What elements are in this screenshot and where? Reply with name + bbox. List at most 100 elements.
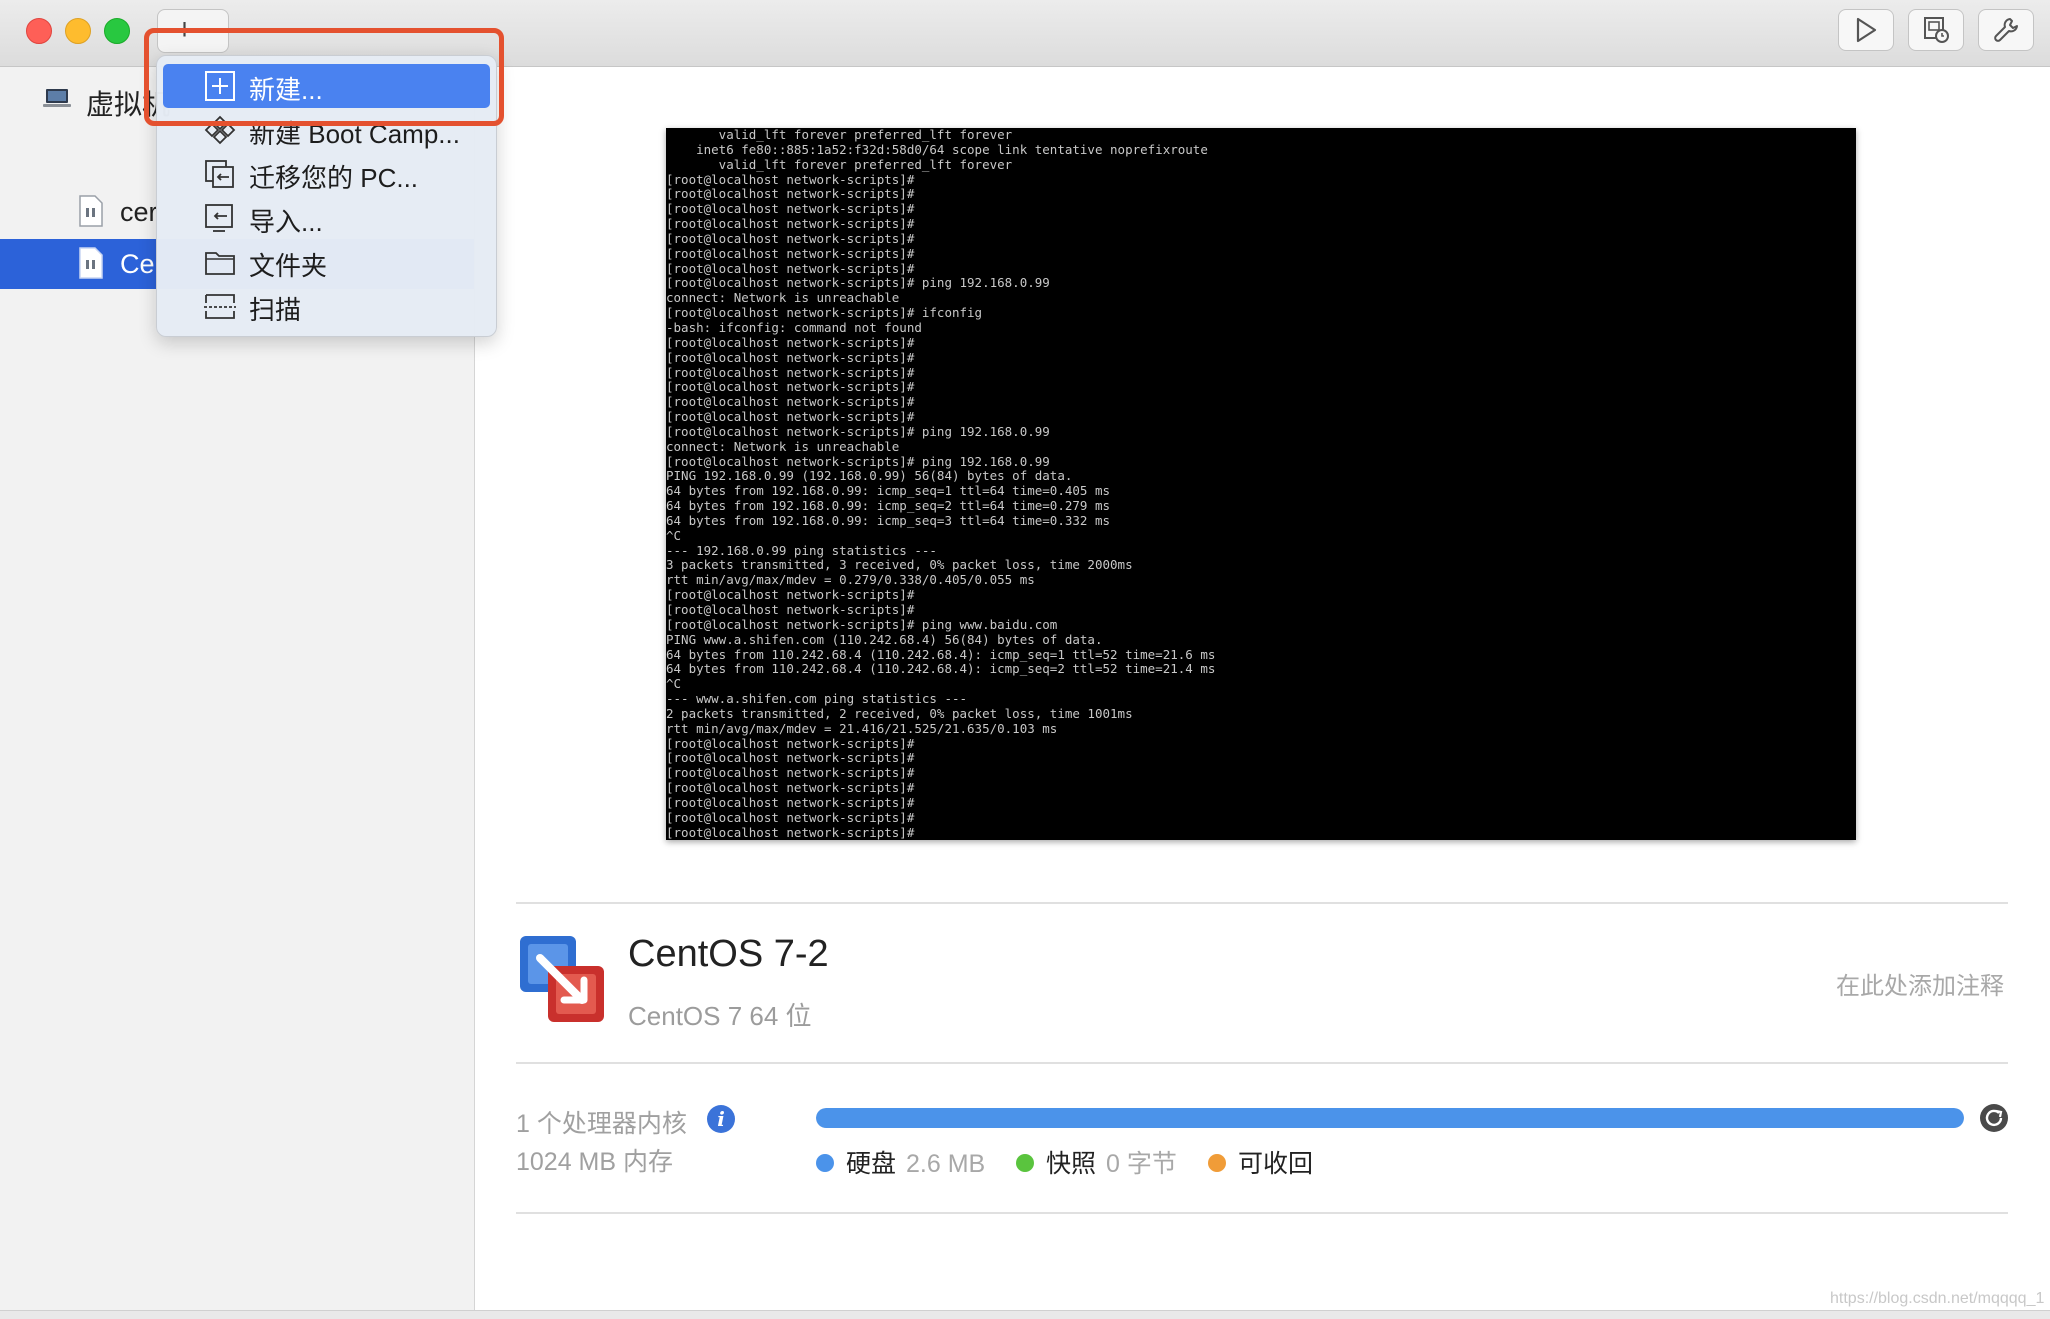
laptop-icon: [43, 89, 71, 107]
console-line: [root@localhost network-scripts]#: [666, 334, 915, 350]
menu-item-label: 导入...: [249, 207, 323, 237]
vm-console-preview[interactable]: valid_lft forever preferred_lft forever …: [666, 128, 1856, 840]
vm-document-icon: [79, 247, 103, 279]
zoom-window-button[interactable]: [104, 18, 130, 44]
vmware-fusion-logo: [520, 936, 604, 1022]
reclaimable-label: 可收回: [1238, 1150, 1314, 1178]
console-line: [root@localhost network-scripts]#: [666, 394, 915, 410]
divider: [516, 902, 2008, 904]
snapshot-button[interactable]: [1908, 9, 1964, 51]
console-line: 3 packets transmitted, 3 received, 0% pa…: [666, 557, 1133, 573]
storage-usage-fill: [816, 1108, 1964, 1128]
cpu-spec: 1 个处理器内核: [516, 1110, 687, 1138]
console-line: [root@localhost network-scripts]#: [666, 171, 915, 187]
folder-icon: [205, 252, 235, 275]
snapshot-value: 0 字节: [1106, 1150, 1177, 1178]
vm-document-icon: [79, 195, 103, 227]
console-line: [root@localhost network-scripts]#: [666, 780, 915, 796]
console-line: PING 192.168.0.99 (192.168.0.99) 56(84) …: [666, 468, 1073, 484]
vm-name: CentOS 7-2: [628, 933, 829, 975]
console-line: [root@localhost network-scripts]#: [666, 379, 915, 395]
minimize-window-button[interactable]: [65, 18, 91, 44]
menu-item-label: 迁移您的 PC...: [249, 163, 419, 193]
annotation-highlight-box: [144, 28, 504, 126]
snapshot-label: 快照: [1046, 1150, 1097, 1178]
console-line: [root@localhost network-scripts]#: [666, 245, 915, 261]
memory-spec: 1024 MB 内存: [516, 1148, 674, 1176]
divider: [516, 1062, 2008, 1064]
console-line: [root@localhost network-scripts]#: [666, 201, 915, 217]
console-line: [root@localhost network-scripts]#: [666, 794, 915, 810]
scan-icon: [204, 294, 236, 319]
import-icon: [205, 204, 233, 232]
refresh-icon: [1985, 1109, 2003, 1127]
console-line: [root@localhost network-scripts]#: [666, 364, 915, 380]
console-line: valid_lft forever preferred_lft forever: [666, 156, 1013, 172]
console-line: [root@localhost network-scripts]#: [666, 186, 915, 202]
storage-usage-bar: [816, 1108, 1964, 1128]
menu-item-scan[interactable]: 扫描: [163, 284, 490, 328]
close-window-button[interactable]: [26, 18, 52, 44]
console-line: [root@localhost network-scripts]# ping 1…: [666, 275, 1050, 291]
console-line: [root@localhost network-scripts]#: [666, 765, 915, 781]
menu-item-import[interactable]: 导入...: [163, 196, 490, 240]
console-line: [root@localhost network-scripts]#: [666, 587, 915, 603]
legend-disk: 硬盘 2.6 MB: [816, 1144, 985, 1180]
console-line: [root@localhost network-scripts]#: [666, 750, 915, 766]
console-line: connect: Network is unreachable: [666, 290, 900, 306]
console-line: rtt min/avg/max/mdev = 21.416/21.525/21.…: [666, 720, 1058, 736]
console-line: 64 bytes from 110.242.68.4 (110.242.68.4…: [666, 646, 1216, 662]
console-line: 2 packets transmitted, 2 received, 0% pa…: [666, 705, 1133, 721]
console-line: [root@localhost network-scripts]#: [666, 349, 915, 365]
console-line: [root@localhost network-scripts]#: [666, 216, 915, 232]
console-line: [root@localhost network-scripts]#: [666, 409, 915, 425]
settings-button[interactable]: [1978, 9, 2034, 51]
console-line: [root@localhost network-scripts]# ping 1…: [666, 453, 1050, 469]
play-icon: [1856, 17, 1877, 43]
migrate-icon: [205, 160, 234, 188]
refresh-storage-button[interactable]: [1980, 1104, 2008, 1132]
console-line: [root@localhost network-scripts]# ping 1…: [666, 423, 1050, 439]
disk-label: 硬盘: [846, 1150, 897, 1178]
console-line: -bash: ifconfig: command not found: [666, 319, 922, 335]
console-output: valid_lft forever preferred_lft forever …: [666, 128, 1856, 840]
legend-reclaimable: 可收回: [1208, 1144, 1313, 1180]
disk-color-dot: [816, 1154, 834, 1173]
console-line: [root@localhost network-scripts]# ifconf…: [666, 305, 983, 321]
console-line: [root@localhost network-scripts]#: [666, 824, 915, 840]
menu-item-folder[interactable]: 文件夹: [163, 240, 490, 284]
console-line: rtt min/avg/max/mdev = 0.279/0.338/0.405…: [666, 572, 1035, 588]
info-icon[interactable]: i: [707, 1105, 735, 1133]
console-line: connect: Network is unreachable: [666, 438, 900, 454]
sidebar-item-label: Ce: [120, 249, 155, 279]
console-line: --- 192.168.0.99 ping statistics ---: [666, 542, 937, 558]
snapshot-icon: [1924, 17, 1949, 43]
watermark: https://blog.csdn.net/mqqqq_1: [1830, 1290, 2045, 1307]
console-line: PING www.a.shifen.com (110.242.68.4) 56(…: [666, 631, 1103, 647]
notes-field[interactable]: 在此处添加注释: [1836, 966, 2004, 1001]
start-vm-button[interactable]: [1838, 9, 1894, 51]
console-line: [root@localhost network-scripts]#: [666, 809, 915, 825]
console-line: [root@localhost network-scripts]# ping w…: [666, 616, 1058, 632]
disk-value: 2.6 MB: [906, 1150, 986, 1178]
console-line: --- www.a.shifen.com ping statistics ---: [666, 691, 968, 707]
console-line: [root@localhost network-scripts]#: [666, 735, 915, 751]
console-line: inet6 fe80::885:1a52:f32d:58d0/64 scope …: [666, 141, 1208, 157]
console-line: valid_lft forever preferred_lft forever: [666, 128, 1013, 142]
legend-snapshot: 快照 0 字节: [1016, 1144, 1177, 1180]
vm-os-label: CentOS 7 64 位: [628, 1001, 812, 1031]
console-line: ^C: [666, 676, 682, 692]
snapshot-color-dot: [1016, 1154, 1034, 1173]
menu-item-migrate-pc[interactable]: 迁移您的 PC...: [163, 152, 490, 196]
console-line: 64 bytes from 192.168.0.99: icmp_seq=1 t…: [666, 483, 1111, 499]
console-line: 64 bytes from 192.168.0.99: icmp_seq=3 t…: [666, 512, 1111, 528]
console-line: [root@localhost network-scripts]#: [666, 260, 915, 276]
menu-item-label: 扫描: [249, 295, 302, 325]
console-line: [root@localhost network-scripts]#: [666, 602, 915, 617]
reclaimable-color-dot: [1208, 1154, 1226, 1173]
menu-item-label: 文件夹: [249, 251, 328, 281]
sidebar-item-label: cer: [120, 197, 158, 227]
console-line: [root@localhost network-scripts]#: [666, 230, 915, 246]
wrench-icon: [1994, 18, 2018, 42]
divider: [516, 1212, 2008, 1214]
